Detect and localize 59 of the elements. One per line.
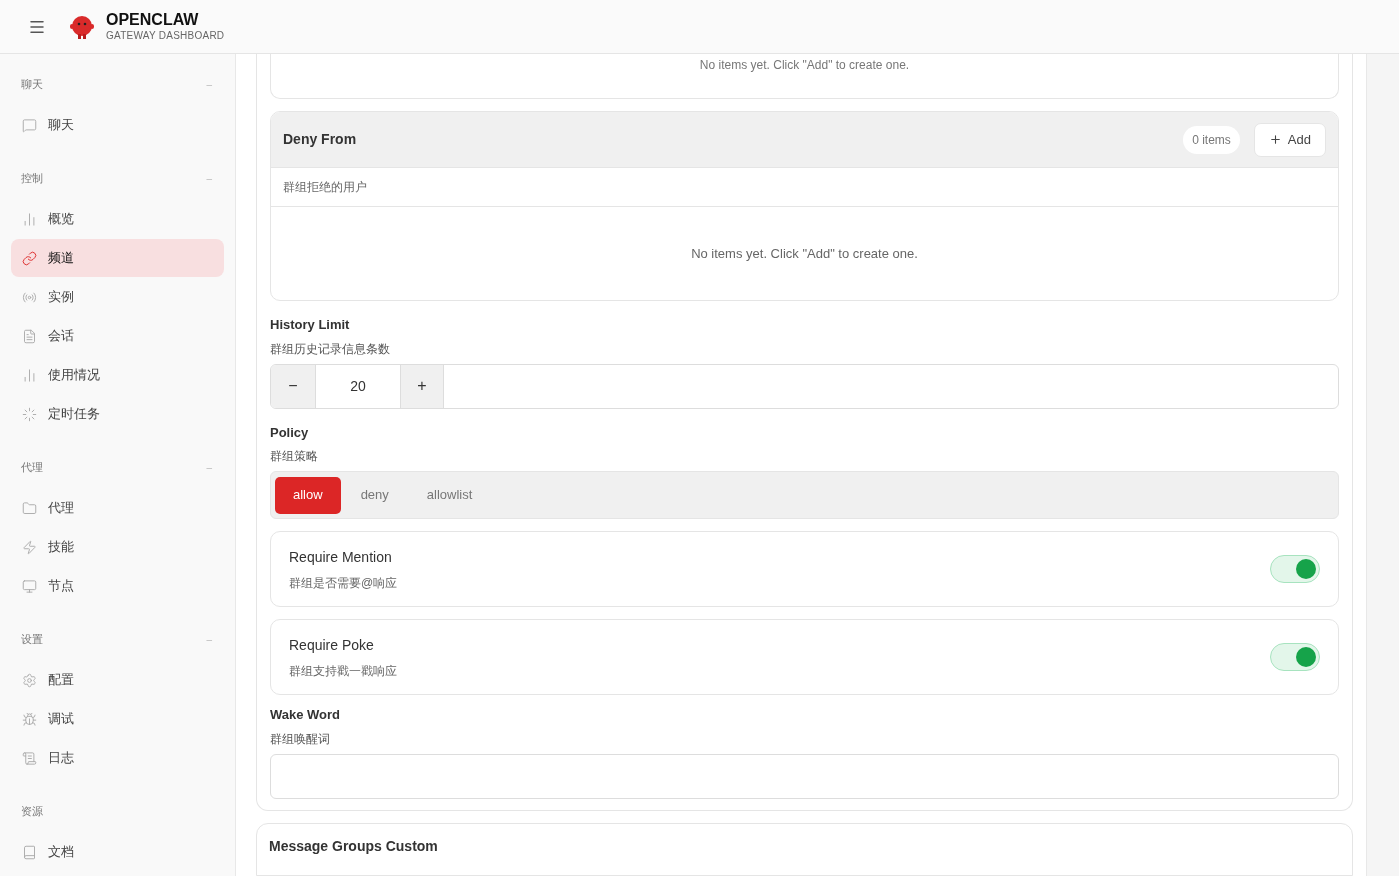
section-title: 控制 [21, 170, 43, 186]
plus-icon [1268, 133, 1282, 146]
settings-icon [22, 672, 37, 688]
add-button[interactable]: Add [1253, 122, 1326, 157]
section-title: 代理 [21, 459, 43, 475]
monitor-icon [22, 578, 37, 594]
policy-option[interactable]: allow [275, 476, 341, 514]
field-label: History Limit [270, 316, 351, 334]
toggle-description: 群组支持戳一戳响应 [289, 662, 398, 680]
field-label: Wake Word [270, 706, 342, 724]
list-description: 群组拒绝的用户 [283, 179, 367, 196]
wake-word-input[interactable] [270, 753, 1339, 799]
section-title: 聊天 [21, 76, 43, 92]
policy-option[interactable]: allowlist [408, 476, 491, 514]
sidebar-item[interactable]: 聊天 [11, 106, 224, 144]
item-count: 0 items [1183, 125, 1240, 154]
toggle-label: Require Poke [289, 635, 375, 655]
bar-chart-icon [22, 367, 37, 383]
bug-icon [22, 711, 37, 727]
folder-icon [22, 500, 37, 516]
link-icon [22, 250, 37, 266]
book-icon [22, 844, 37, 860]
field-description: 群组策略 [270, 448, 319, 465]
toggle-description: 群组是否需要@响应 [289, 574, 399, 592]
sidebar-item[interactable]: 节点 [11, 567, 224, 605]
sidebar-item[interactable]: 概览 [11, 200, 224, 238]
field-description: 群组历史记录信息条数 [270, 340, 391, 358]
section-title: 资源 [21, 803, 43, 819]
chat-bubble-icon [22, 117, 37, 133]
sidebar-item[interactable]: 代理 [11, 489, 224, 527]
brand-subtitle: GATEWAY DASHBOARD [106, 31, 225, 41]
section-title: Message Groups Custom [269, 837, 438, 854]
list-title: Deny From [283, 130, 358, 149]
field-label: Policy [270, 423, 310, 442]
sidebar-item[interactable]: 调试 [11, 700, 224, 738]
sidebar-item[interactable]: 文档 [11, 833, 224, 871]
scroll-icon [22, 750, 37, 766]
sidebar-item[interactable]: 会话 [11, 317, 224, 355]
toggle-switch[interactable] [1270, 643, 1320, 671]
toggle-label: Require Mention [289, 547, 393, 567]
brand-name: OPENCLAW [106, 12, 200, 28]
policy-option[interactable]: deny [342, 476, 407, 514]
sidebar-item[interactable]: 频道 [11, 239, 224, 277]
bar-chart-icon [22, 211, 37, 227]
toggle-switch[interactable] [1270, 555, 1320, 583]
sidebar-item[interactable]: 配置 [11, 661, 224, 699]
loader-icon [22, 406, 37, 422]
sidebar-item[interactable]: 定时任务 [11, 395, 224, 433]
empty-message: No items yet. Click "Add" to create one. [699, 57, 910, 74]
document-icon [22, 328, 37, 344]
sidebar-item[interactable]: 实例 [11, 278, 224, 316]
sidebar-item[interactable]: 日志 [11, 739, 224, 777]
sidebar-item[interactable]: 技能 [11, 528, 224, 566]
sidebar-item[interactable]: 使用情况 [11, 356, 224, 394]
empty-message: No items yet. Click "Add" to create one. [691, 244, 918, 263]
field-description: 群组唤醒词 [270, 730, 331, 748]
lightning-icon [22, 539, 37, 555]
mascot-logo [68, 13, 96, 40]
section-title: 设置 [21, 631, 43, 647]
